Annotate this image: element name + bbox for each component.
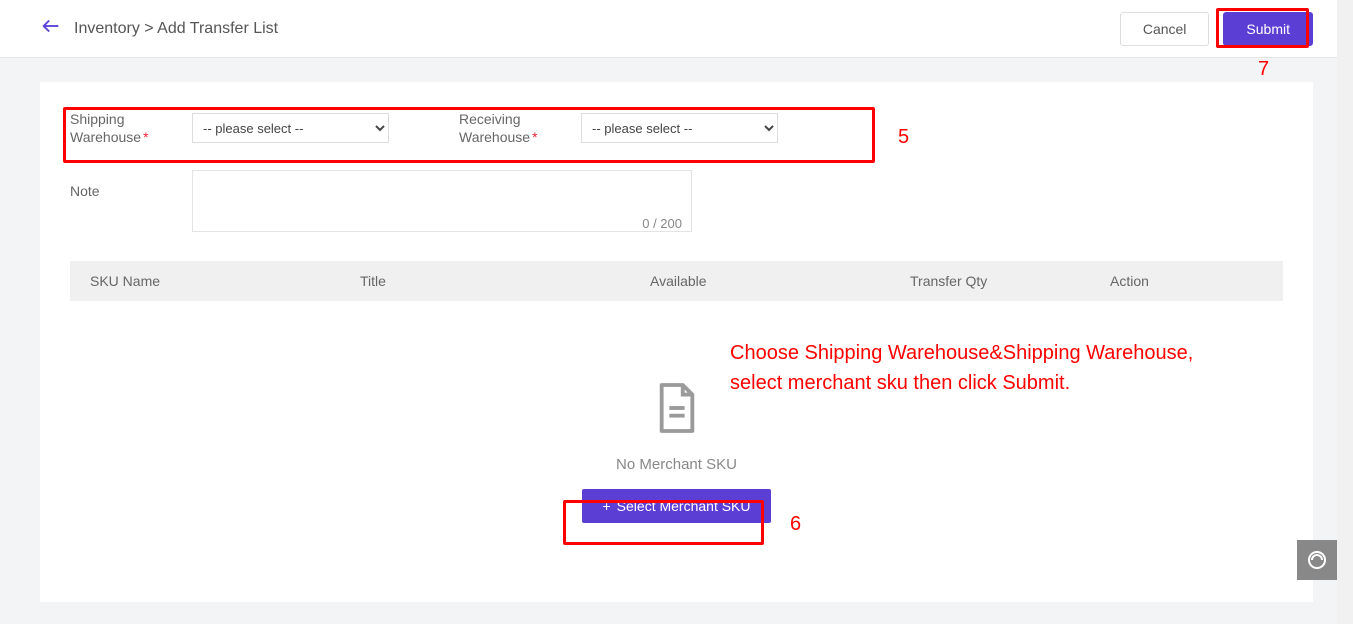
topbar-left: Inventory > Add Transfer List [40, 15, 278, 43]
back-arrow-icon[interactable] [40, 15, 62, 43]
plus-icon: + [602, 498, 610, 514]
th-title: Title [360, 273, 650, 289]
receiving-warehouse-field: Receiving Warehouse* -- please select -- [459, 110, 778, 146]
shipping-warehouse-label: Shipping Warehouse* [70, 110, 170, 146]
shipping-warehouse-field: Shipping Warehouse* -- please select -- [70, 110, 389, 146]
breadcrumb-sep: > [144, 20, 153, 37]
breadcrumb-current: Add Transfer List [157, 20, 278, 37]
shipping-warehouse-label-text: Shipping Warehouse [70, 111, 141, 145]
th-action: Action [1110, 273, 1283, 289]
required-asterisk: * [143, 129, 148, 145]
th-available: Available [650, 273, 910, 289]
topbar-right: Cancel Submit [1120, 12, 1313, 46]
cancel-button[interactable]: Cancel [1120, 12, 1210, 46]
breadcrumb: Inventory > Add Transfer List [74, 20, 278, 38]
receiving-warehouse-label: Receiving Warehouse* [459, 110, 559, 146]
receiving-warehouse-select[interactable]: -- please select -- [581, 113, 778, 143]
receiving-warehouse-label-text: Receiving Warehouse [459, 111, 530, 145]
note-box: 0 / 200 [192, 170, 692, 237]
note-field: Note 0 / 200 [70, 170, 1283, 237]
empty-text: No Merchant SKU [616, 456, 737, 473]
note-label: Note [70, 170, 170, 200]
empty-state: No Merchant SKU + Select Merchant SKU [70, 381, 1283, 523]
submit-button[interactable]: Submit [1223, 12, 1313, 46]
breadcrumb-root[interactable]: Inventory [74, 20, 140, 37]
select-merchant-sku-label: Select Merchant SKU [617, 498, 751, 514]
file-icon [654, 381, 700, 440]
chat-widget-button[interactable] [1297, 540, 1337, 580]
note-textarea[interactable] [192, 170, 692, 232]
th-transfer-qty: Transfer Qty [910, 273, 1110, 289]
page-body: Shipping Warehouse* -- please select -- … [0, 58, 1353, 624]
note-char-count: 0 / 200 [642, 216, 682, 231]
window-scrollbar[interactable] [1337, 0, 1353, 624]
required-asterisk: * [532, 129, 537, 145]
select-merchant-sku-button[interactable]: + Select Merchant SKU [582, 489, 770, 523]
warehouse-row: Shipping Warehouse* -- please select -- … [70, 110, 1283, 146]
main-card: Shipping Warehouse* -- please select -- … [40, 82, 1313, 602]
topbar: Inventory > Add Transfer List Cancel Sub… [0, 0, 1353, 58]
table-header: SKU Name Title Available Transfer Qty Ac… [70, 261, 1283, 301]
shipping-warehouse-select[interactable]: -- please select -- [192, 113, 389, 143]
th-sku-name: SKU Name [70, 273, 360, 289]
